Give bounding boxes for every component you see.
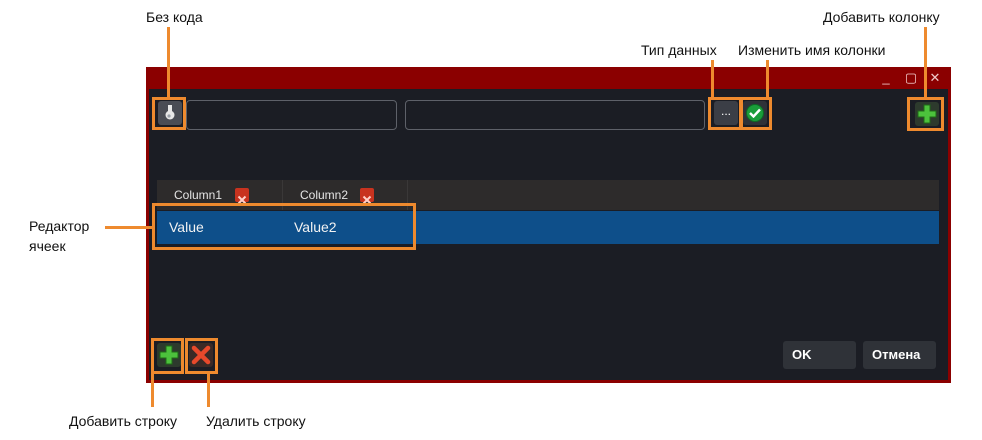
callout-no-code: Без кода [146,9,203,25]
column-header-label: Column2 [300,188,349,202]
leader-line-no-code [167,27,170,98]
leader-line-add-column [924,27,927,98]
callout-rename-column: Изменить имя колонки [738,42,886,58]
highlight-rename-column [739,97,772,130]
callout-cell-editor-1: Редактор [29,218,90,234]
highlight-add-column [907,97,944,131]
minimize-icon[interactable]: _ [879,71,893,85]
title-bar[interactable]: _ ▢ ✕ [146,67,951,89]
callout-add-column: Добавить колонку [823,9,940,25]
highlight-cell-editor [152,203,416,250]
callout-delete-row: Удалить строку [206,413,306,429]
maximize-icon[interactable]: ▢ [904,71,918,85]
name-input[interactable] [186,100,397,130]
callout-add-row: Добавить строку [69,413,178,429]
leader-line-add-row [151,373,154,407]
remove-column-icon[interactable] [360,188,374,205]
value-input[interactable] [405,100,705,130]
cancel-button[interactable]: Отмена [863,341,936,369]
ok-button[interactable]: OK [783,341,856,369]
highlight-no-code [152,97,186,130]
leader-line-cell-editor [105,226,153,229]
column-header-label: Column1 [174,188,223,202]
leader-line-data-type [711,60,714,98]
highlight-data-type [708,97,743,130]
callout-data-type: Тип данных [641,42,717,58]
leader-line-rename-column [766,60,769,98]
highlight-delete-row [185,338,218,374]
leader-line-delete-row [207,373,210,407]
highlight-add-row [151,338,184,374]
remove-column-icon[interactable] [235,188,249,205]
callout-cell-editor-2: ячеек [29,238,66,254]
close-icon[interactable]: ✕ [928,71,942,85]
